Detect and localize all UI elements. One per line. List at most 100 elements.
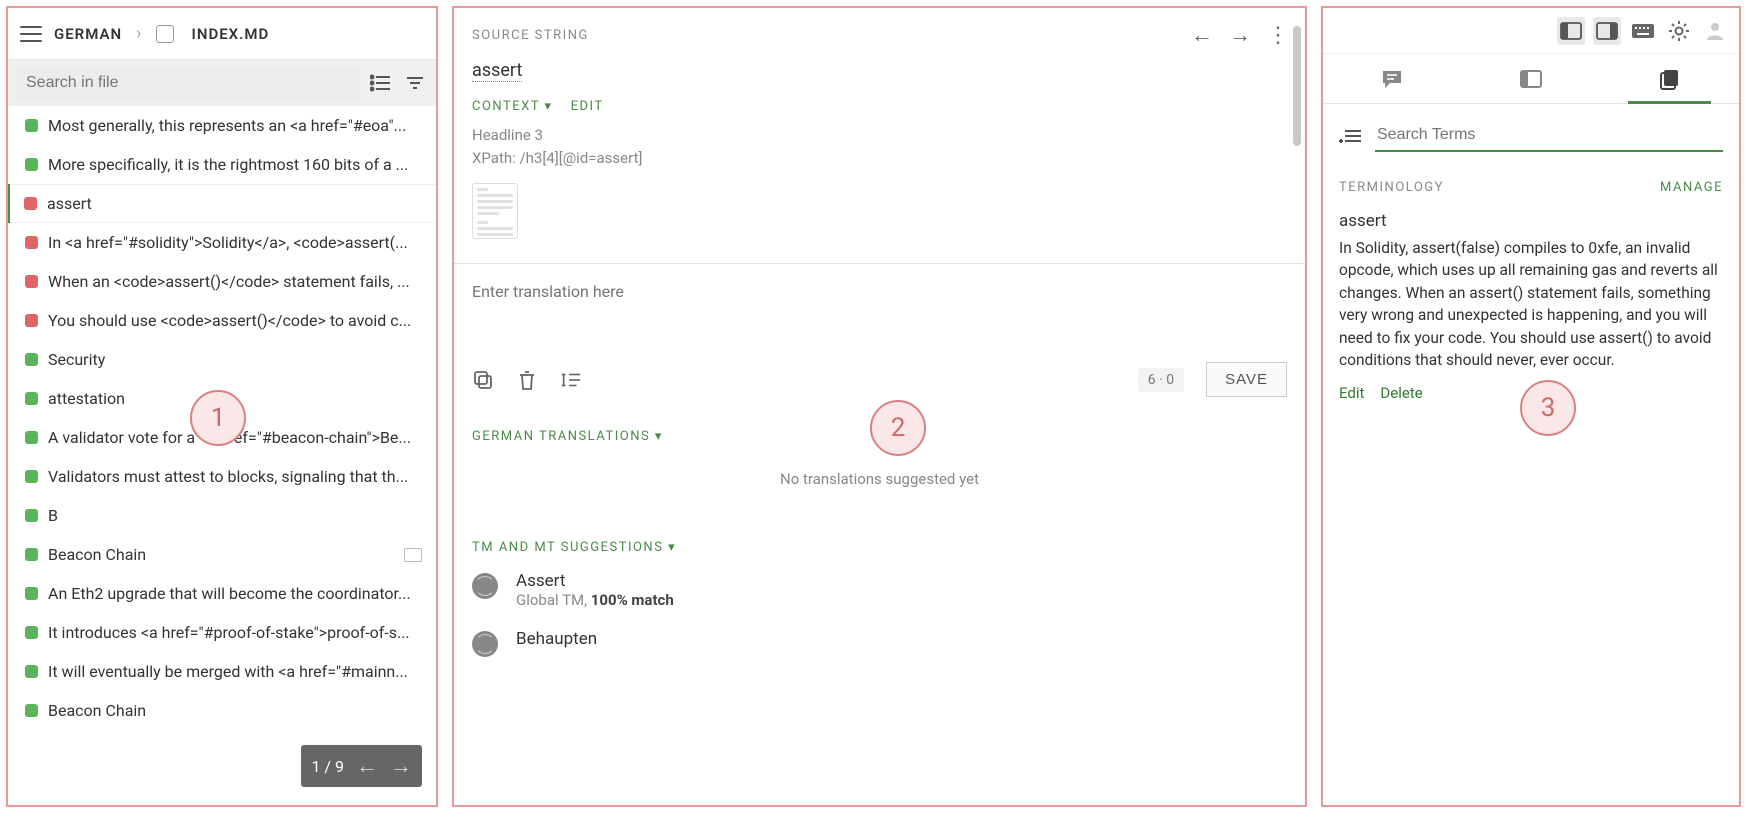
search-in-file-input[interactable] — [16, 66, 360, 100]
comment-icon[interactable] — [404, 548, 422, 562]
status-square-icon — [25, 431, 38, 444]
context-label[interactable]: CONTEXT ▾ — [472, 99, 553, 114]
breadcrumb-language[interactable]: GERMAN — [54, 25, 122, 43]
list-item[interactable]: It introduces <a href="#proof-of-stake">… — [8, 613, 436, 652]
keyboard-icon[interactable] — [1629, 17, 1657, 45]
tm-section-label[interactable]: TM AND MT SUGGESTIONS ▾ — [454, 524, 1305, 561]
context-edit[interactable]: EDIT — [571, 99, 604, 114]
clear-icon[interactable] — [516, 369, 538, 391]
text-mode-icon[interactable] — [560, 369, 582, 391]
list-item-text: Security — [48, 350, 422, 369]
tab-info[interactable] — [1462, 54, 1601, 103]
string-list[interactable]: Most generally, this represents an <a hr… — [8, 106, 436, 805]
term-edit-link[interactable]: Edit — [1339, 384, 1364, 402]
list-item[interactable]: Validators must attest to blocks, signal… — [8, 457, 436, 496]
callout-1: 1 — [190, 390, 246, 446]
breadcrumb-file[interactable]: INDEX.MD — [192, 25, 270, 43]
tm-source-icon — [472, 631, 498, 657]
file-icon — [156, 25, 174, 43]
tab-comments[interactable] — [1323, 54, 1462, 103]
status-square-icon — [25, 665, 38, 678]
list-item[interactable]: Beacon Chain — [8, 691, 436, 730]
panel2-header: SOURCE STRING ← → ⋮ — [454, 8, 1305, 54]
status-square-icon — [25, 236, 38, 249]
term-title: assert — [1323, 203, 1739, 237]
tm-source-icon — [472, 573, 498, 599]
list-item[interactable]: Security — [8, 340, 436, 379]
term-body: In Solidity, assert(false) compiles to 0… — [1323, 237, 1739, 372]
status-square-icon — [25, 119, 38, 132]
status-square-icon — [25, 587, 38, 600]
user-icon[interactable] — [1701, 17, 1729, 45]
source-string-label: SOURCE STRING — [472, 28, 589, 43]
char-counter: 6 · 0 — [1138, 368, 1184, 392]
context-thumbnail[interactable] — [472, 183, 518, 239]
list-item-text: assert — [47, 194, 422, 213]
list-item[interactable]: assert — [8, 184, 436, 223]
context-body: Headline 3 XPath: /h3[4][@id=assert] — [454, 118, 1305, 183]
layout-left-icon[interactable] — [1557, 17, 1585, 45]
status-square-icon — [25, 509, 38, 522]
pager-prev[interactable]: ← — [356, 753, 378, 779]
list-item[interactable]: B — [8, 496, 436, 535]
list-item[interactable]: In <a href="#solidity">Solidity</a>, <co… — [8, 223, 436, 262]
panel1-searchbar — [8, 60, 436, 106]
right-panel-tabs — [1323, 54, 1739, 104]
more-options-icon[interactable]: ⋮ — [1267, 23, 1287, 48]
layout-right-icon[interactable] — [1593, 17, 1621, 45]
manage-link[interactable]: MANAGE — [1660, 180, 1723, 195]
list-item[interactable]: It will eventually be merged with <a hre… — [8, 652, 436, 691]
list-item[interactable]: Most generally, this represents an <a hr… — [8, 106, 436, 145]
gear-icon[interactable] — [1665, 17, 1693, 45]
list-item-text: Most generally, this represents an <a hr… — [48, 116, 422, 135]
vertical-scrollbar[interactable] — [1291, 8, 1303, 805]
context-xpath: XPath: /h3[4][@id=assert] — [472, 147, 1287, 170]
copy-source-icon[interactable] — [472, 369, 494, 391]
save-button[interactable]: SAVE — [1206, 362, 1287, 397]
add-term-icon[interactable] — [1339, 128, 1361, 144]
list-item-text: Validators must attest to blocks, signal… — [48, 467, 422, 486]
list-item-text: Beacon Chain — [48, 545, 394, 564]
status-square-icon — [25, 275, 38, 288]
status-square-icon — [25, 704, 38, 717]
menu-icon[interactable] — [20, 26, 42, 42]
translation-input[interactable] — [472, 282, 1287, 330]
context-row: CONTEXT ▾ EDIT — [454, 81, 1305, 118]
search-terms-input[interactable] — [1375, 120, 1723, 152]
translation-toolbar: 6 · 0 SAVE — [454, 352, 1305, 413]
list-icon[interactable] — [368, 70, 394, 96]
status-square-icon — [25, 626, 38, 639]
suggestion-row[interactable]: AssertGlobal TM, 100% match — [454, 561, 1305, 619]
translation-area — [454, 263, 1305, 352]
term-delete-link[interactable]: Delete — [1380, 384, 1422, 402]
list-item[interactable]: When an <code>assert()</code> statement … — [8, 262, 436, 301]
status-square-icon — [24, 197, 37, 210]
terminology-header: TERMINOLOGY MANAGE — [1323, 162, 1739, 203]
tab-terminology[interactable] — [1600, 54, 1739, 103]
pager-next[interactable]: → — [390, 753, 412, 779]
panel3-header — [1323, 8, 1739, 54]
suggestion-subtitle: Global TM, 100% match — [516, 591, 674, 609]
list-item[interactable]: More specifically, it is the rightmost 1… — [8, 145, 436, 184]
list-item[interactable]: You should use <code>assert()</code> to … — [8, 301, 436, 340]
callout-3: 3 — [1520, 380, 1576, 436]
source-string-text[interactable]: assert — [472, 60, 522, 82]
status-square-icon — [25, 470, 38, 483]
list-item-text: You should use <code>assert()</code> to … — [48, 311, 422, 330]
list-item-text: It introduces <a href="#proof-of-stake">… — [48, 623, 422, 642]
prev-string-icon[interactable]: ← — [1191, 22, 1213, 48]
suggestion-title: Behaupten — [516, 629, 597, 649]
context-headline: Headline 3 — [472, 124, 1287, 147]
pager-text: 1 / 9 — [311, 757, 344, 776]
suggestion-row[interactable]: Behaupten — [454, 619, 1305, 667]
list-item-text: An Eth2 upgrade that will become the coo… — [48, 584, 422, 603]
filter-icon[interactable] — [402, 70, 428, 96]
status-square-icon — [25, 353, 38, 366]
chevron-right-icon: › — [136, 23, 141, 44]
next-string-icon[interactable]: → — [1229, 22, 1251, 48]
list-item[interactable]: Beacon Chain — [8, 535, 436, 574]
list-item-text: More specifically, it is the rightmost 1… — [48, 155, 422, 174]
list-item[interactable]: An Eth2 upgrade that will become the coo… — [8, 574, 436, 613]
list-item-text: When an <code>assert()</code> statement … — [48, 272, 422, 291]
status-square-icon — [25, 314, 38, 327]
